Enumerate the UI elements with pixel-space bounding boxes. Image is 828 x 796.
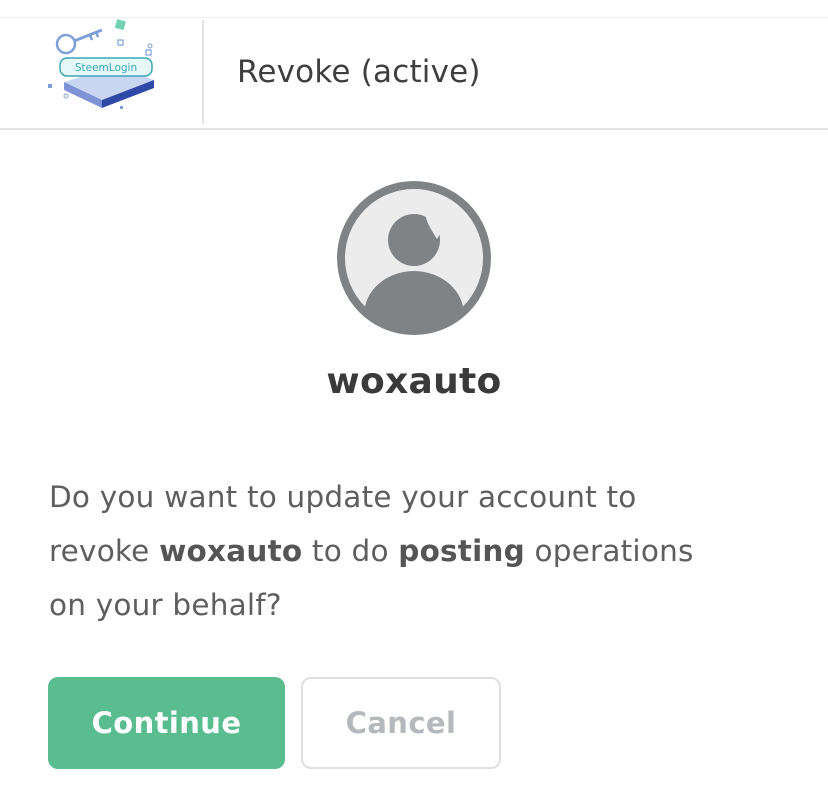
page-title: Revoke (active) <box>237 54 481 90</box>
confirmation-message: Do you want to update your account to re… <box>49 470 789 632</box>
cancel-button[interactable]: Cancel <box>301 677 501 769</box>
logo-wordmark: SteemLogin <box>75 62 137 74</box>
message-line-3: on your behalf? <box>49 588 282 622</box>
message-to-do: to do <box>302 534 399 568</box>
account-username: woxauto <box>326 361 502 402</box>
message-revoke: revoke <box>49 534 160 568</box>
header: SteemLogin Revoke (active) <box>0 18 828 130</box>
continue-button[interactable]: Continue <box>48 677 285 769</box>
message-operations: operations <box>524 534 694 568</box>
steemlogin-logo: SteemLogin <box>44 18 164 118</box>
message-permission: posting <box>398 534 525 568</box>
message-line-1: Do you want to update your account to <box>49 480 637 514</box>
message-account: woxauto <box>159 534 303 568</box>
header-divider <box>202 20 204 124</box>
user-avatar-icon <box>337 181 491 335</box>
avatar <box>333 177 495 339</box>
